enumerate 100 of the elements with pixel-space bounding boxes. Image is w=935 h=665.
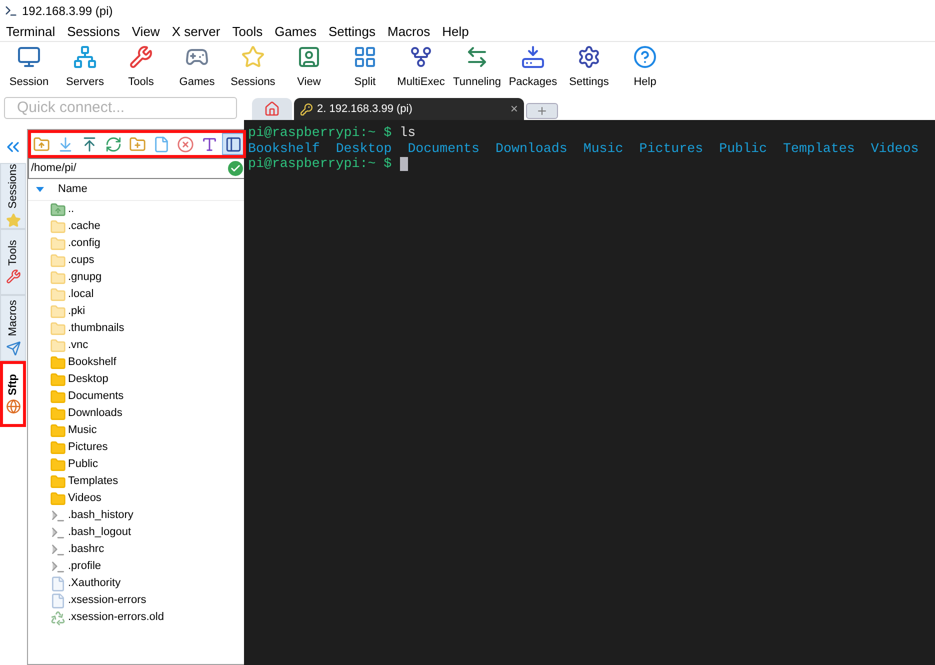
folder-icon [50, 456, 66, 472]
file-row[interactable]: .thumbnails [50, 320, 246, 337]
file-row[interactable]: .profile [50, 558, 246, 575]
folder-icon [50, 422, 66, 438]
paper-plane-icon [6, 340, 20, 356]
file-row[interactable]: Templates [50, 473, 246, 490]
home-tab[interactable] [252, 98, 292, 120]
file-row[interactable]: .vnc [50, 337, 246, 354]
toolbar-button[interactable]: Servers [57, 45, 113, 95]
directory-name: Templates [782, 140, 855, 156]
file-row[interactable]: .cache [50, 218, 246, 235]
menu-item[interactable]: Help [436, 22, 475, 40]
toolbar-button[interactable]: Tools [113, 45, 169, 95]
side-tab[interactable]: Tools [0, 229, 26, 295]
file-row[interactable]: Public [50, 456, 246, 473]
toolbar-button[interactable]: Help [617, 45, 673, 95]
file-row[interactable]: .config [50, 235, 246, 252]
globe-icon [6, 399, 20, 414]
folder-icon [50, 252, 66, 268]
network-icon [73, 45, 97, 69]
directory-name: Downloads [496, 140, 568, 156]
folder-icon [50, 270, 66, 286]
file-row[interactable]: .. [50, 201, 246, 218]
terminal-prompt: pi@raspberrypi:~ $ [248, 156, 392, 172]
menu-item[interactable]: Tools [226, 22, 269, 40]
folder-icon [50, 490, 66, 506]
menu-item[interactable]: Settings [322, 22, 382, 40]
file-row[interactable]: .Xauthority [50, 575, 246, 592]
file-row[interactable]: Bookshelf [50, 354, 246, 371]
script-file-icon [50, 558, 66, 574]
directory-name: Pictures [639, 140, 704, 156]
directory-name: Videos [870, 140, 919, 156]
toolbar-button[interactable]: Session [1, 45, 57, 95]
quick-connect-field[interactable]: Quick connect... [4, 97, 237, 119]
grid-icon [353, 45, 377, 69]
star-icon [241, 45, 265, 69]
file-row[interactable]: Videos [50, 490, 246, 507]
side-tab[interactable]: Macros [0, 295, 26, 361]
file-row[interactable]: .local [50, 286, 246, 303]
file-row[interactable]: .bash_logout [50, 524, 246, 541]
toolbar-button[interactable]: Packages [505, 45, 561, 95]
toolbar-button[interactable]: MultiExec [393, 45, 449, 95]
directory-name: Music [583, 140, 624, 156]
sftp-tool-button[interactable] [222, 133, 244, 155]
toolbar-button[interactable]: View [281, 45, 337, 95]
file-icon [152, 136, 170, 152]
close-tab-icon[interactable]: × [510, 99, 518, 119]
file-row[interactable]: .gnupg [50, 269, 246, 286]
menu-item[interactable]: Games [268, 22, 322, 40]
script-file-icon [50, 542, 66, 558]
folder-icon [50, 474, 66, 490]
file-row[interactable]: .bashrc [50, 541, 246, 558]
file-row[interactable]: Desktop [50, 371, 246, 388]
file-row[interactable]: Downloads [50, 405, 246, 422]
folder-icon [50, 354, 66, 370]
folder-icon [50, 406, 66, 422]
folder-icon [50, 388, 66, 404]
terminal-panel[interactable]: pi@raspberrypi:~ $ ls Bookshelf Desktop Documents Downloads Music Pictures Public Templates Videos pi@raspberrypi:~ $ [244, 120, 935, 665]
wrench-icon [6, 269, 20, 284]
path-field[interactable]: /home/pi/ [28, 158, 246, 179]
file-row[interactable]: Music [50, 422, 246, 439]
menu-item[interactable]: View [126, 22, 166, 40]
script-file-icon [50, 508, 66, 524]
toolbar-button[interactable]: Settings [561, 45, 617, 95]
folder-up-icon [50, 202, 66, 218]
gears-icon [577, 45, 601, 69]
file-row[interactable]: .bash_history [50, 507, 246, 524]
terminal-prompt: pi@raspberrypi:~ $ [248, 125, 392, 140]
toolbar-button[interactable]: Split [337, 45, 393, 95]
file-row[interactable]: .cups [50, 252, 246, 269]
file-row[interactable]: .pki [50, 303, 246, 320]
menu-item[interactable]: Macros [381, 22, 436, 40]
confirm-check-icon[interactable] [228, 161, 243, 176]
toolbar-button[interactable]: Sessions [225, 45, 281, 95]
delete-icon [176, 136, 194, 152]
folder-icon [50, 338, 66, 354]
folder-icon [50, 304, 66, 320]
file-icon [50, 592, 66, 608]
refresh-icon [104, 136, 122, 152]
arrows-icon [465, 45, 489, 69]
folder-icon [50, 320, 66, 336]
toolbar-button[interactable]: Games [169, 45, 225, 95]
menu-item[interactable]: Terminal [0, 22, 62, 40]
toolbar-button[interactable]: Tunneling [449, 45, 505, 95]
new-tab-button[interactable] [526, 103, 558, 119]
column-header[interactable]: Name [58, 181, 88, 198]
session-tab[interactable]: 2. 192.168.3.99 (pi) × [294, 98, 524, 120]
help-icon [633, 45, 657, 69]
file-row[interactable]: .xsession-errors [50, 592, 246, 609]
file-row[interactable]: .xsession-errors.old [50, 609, 246, 626]
new-folder-icon [128, 136, 146, 152]
recycle-icon [50, 610, 66, 626]
plus-icon [536, 105, 548, 117]
menu-item[interactable]: Sessions [61, 22, 126, 40]
menu-item[interactable]: X server [166, 22, 226, 40]
monitor-icon [17, 45, 41, 69]
side-tab[interactable]: Sessions [0, 163, 26, 229]
file-row[interactable]: Pictures [50, 439, 246, 456]
folder-icon [50, 286, 66, 302]
file-row[interactable]: Documents [50, 388, 246, 405]
